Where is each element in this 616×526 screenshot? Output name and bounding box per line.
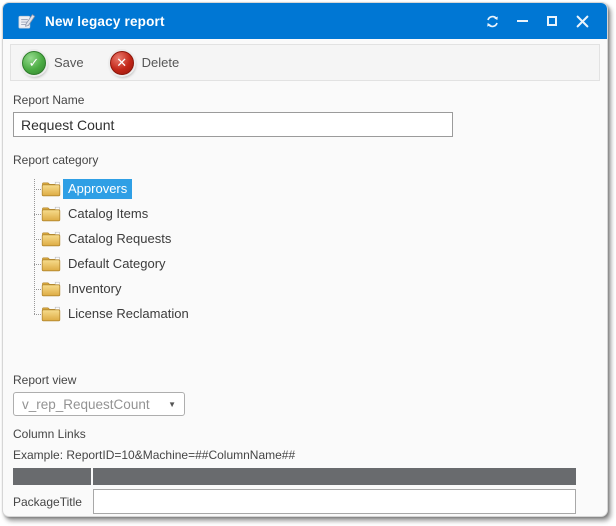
tree-item[interactable]: Inventory <box>41 276 607 301</box>
folder-icon <box>41 281 61 297</box>
column-links-example: Example: ReportID=10&Machine=##ColumnNam… <box>13 448 607 462</box>
tree-item-label: Inventory <box>63 279 126 299</box>
table-header-value-column <box>93 468 576 485</box>
close-icon[interactable] <box>570 9 594 33</box>
refresh-icon[interactable] <box>480 9 504 33</box>
title-bar: New legacy report <box>3 3 607 39</box>
tree-item-label: Catalog Items <box>63 204 153 224</box>
notepad-pen-icon <box>17 12 36 31</box>
table-rows: PackageTitle Request Count <box>13 489 576 517</box>
tree-item[interactable]: Default Category <box>41 251 607 276</box>
delete-button-label: Delete <box>142 55 180 70</box>
column-links-label: Column Links <box>13 427 607 441</box>
report-name-label: Report Name <box>13 93 607 107</box>
folder-icon <box>41 206 61 222</box>
save-button-label: Save <box>54 55 84 70</box>
dialog-window: New legacy report ✓ Save <box>2 2 608 517</box>
tree-item-label: License Reclamation <box>63 304 194 324</box>
tree-item-label: Approvers <box>63 179 132 199</box>
report-name-input[interactable] <box>13 112 453 137</box>
tree-item-label: Catalog Requests <box>63 229 176 249</box>
folder-icon <box>41 181 61 197</box>
tree-item[interactable]: License Reclamation <box>41 301 607 326</box>
tree-item[interactable]: Catalog Requests <box>41 226 607 251</box>
folder-icon <box>41 256 61 272</box>
column-row-label: PackageTitle <box>13 495 93 509</box>
chevron-down-icon: ▼ <box>168 400 176 409</box>
column-row-input[interactable] <box>93 489 576 514</box>
table-row: PackageTitle <box>13 489 576 514</box>
delete-button[interactable]: ✕ Delete <box>110 51 180 75</box>
delete-x-icon: ✕ <box>110 51 134 75</box>
report-view-value: v_rep_RequestCount <box>22 397 150 412</box>
tree-item-label: Default Category <box>63 254 171 274</box>
folder-icon <box>41 231 61 247</box>
report-view-label: Report view <box>13 373 607 387</box>
maximize-icon[interactable] <box>540 9 564 33</box>
category-tree: Approvers Catalog Items <box>13 176 607 326</box>
save-button[interactable]: ✓ Save <box>22 51 84 75</box>
dialog-content: Report Name Report category <box>3 81 607 517</box>
window-title: New legacy report <box>45 14 165 29</box>
tree-item[interactable]: Approvers <box>41 176 607 201</box>
minimize-icon[interactable] <box>510 9 534 33</box>
table-header-label-column <box>13 468 91 485</box>
table-header <box>13 468 576 485</box>
column-links-table: PackageTitle Request Count <box>13 468 576 517</box>
save-check-icon: ✓ <box>22 51 46 75</box>
window-controls <box>480 9 594 33</box>
report-category-label: Report category <box>13 153 607 167</box>
toolbar: ✓ Save ✕ Delete <box>10 44 600 81</box>
tree-item[interactable]: Catalog Items <box>41 201 607 226</box>
report-view-dropdown[interactable]: v_rep_RequestCount ▼ <box>13 392 185 416</box>
folder-icon <box>41 306 61 322</box>
